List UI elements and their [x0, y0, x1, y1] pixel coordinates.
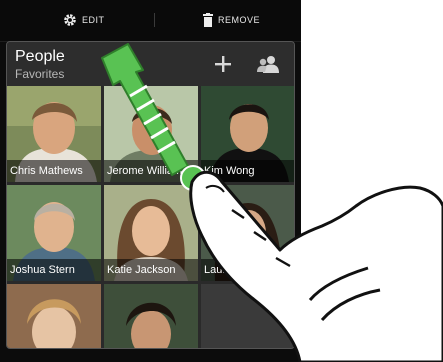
people-icon[interactable]: [257, 55, 279, 78]
empty-slot[interactable]: [201, 284, 294, 348]
remove-label: REMOVE: [218, 15, 261, 25]
trash-icon: [203, 13, 213, 27]
contact-name: Chris Mathews: [7, 160, 101, 182]
contact-photo: [7, 284, 101, 348]
contact-tile[interactable]: Joshua Stern: [7, 185, 101, 281]
widget-subtitle: Favorites: [15, 67, 65, 81]
widget-header: People Favorites: [7, 42, 294, 86]
contact-tile[interactable]: Jerome Williams: [104, 86, 198, 182]
contact-tile[interactable]: Katie Jackson: [104, 185, 198, 281]
remove-button[interactable]: REMOVE: [203, 10, 260, 30]
contact-name: Jerome Williams: [104, 160, 198, 182]
gear-icon: [63, 13, 77, 27]
contact-tile[interactable]: [104, 284, 198, 348]
top-action-bar: EDIT REMOVE: [0, 0, 301, 42]
contact-tile[interactable]: [7, 284, 101, 348]
contact-name: Kim Wong: [201, 160, 294, 182]
people-widget[interactable]: People Favorites Chris Mathews Jerome Wi…: [6, 41, 295, 349]
favorites-grid: Chris Mathews Jerome Williams Kim Wong J…: [7, 86, 294, 348]
phone-screen: EDIT REMOVE People Favorites Chris Mathe…: [0, 0, 301, 362]
edit-button[interactable]: EDIT: [63, 10, 105, 30]
plus-icon[interactable]: [214, 55, 232, 78]
contact-tile[interactable]: Kim Wong: [201, 86, 294, 182]
contact-name: Joshua Stern: [7, 259, 101, 281]
divider: [154, 13, 155, 27]
contact-photo: [104, 284, 198, 348]
contact-tile[interactable]: Laura Lee: [201, 185, 294, 281]
contact-name: Laura Lee: [201, 259, 294, 281]
edit-label: EDIT: [82, 15, 105, 25]
contact-tile[interactable]: Chris Mathews: [7, 86, 101, 182]
contact-name: Katie Jackson: [104, 259, 198, 281]
widget-title: People: [15, 48, 65, 65]
